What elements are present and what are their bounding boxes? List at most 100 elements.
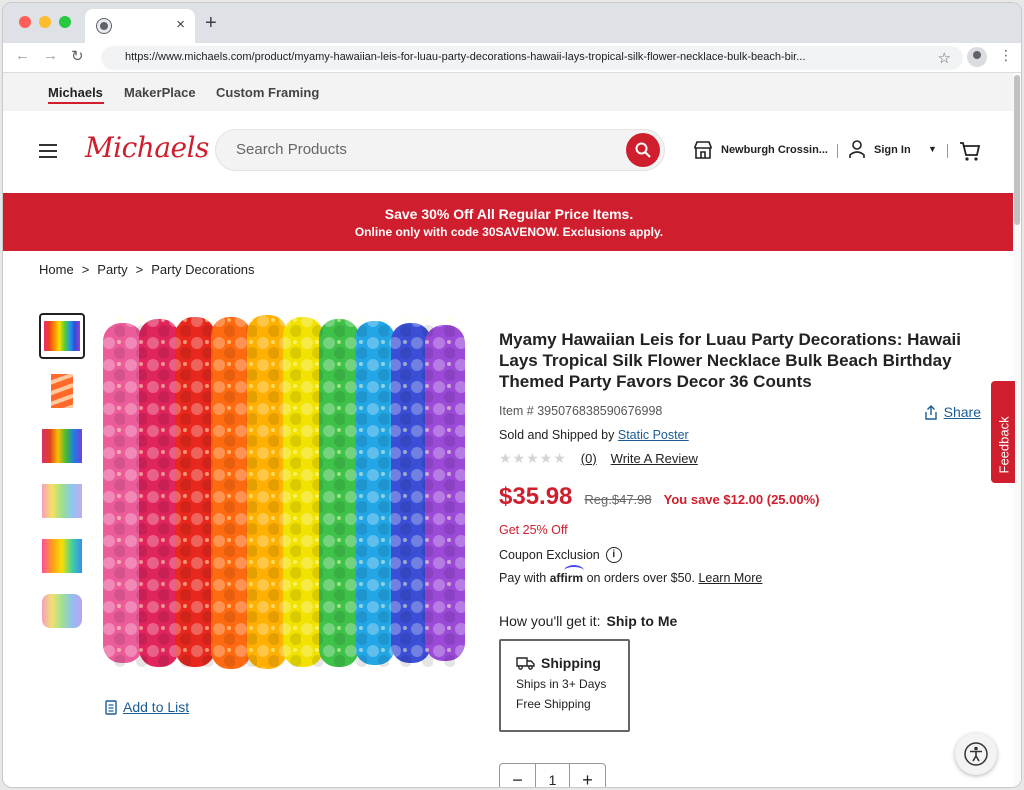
promo-details: Online only with code 30SAVENOW. Exclusi… (354, 225, 664, 239)
tab-strip: × + (3, 3, 1021, 43)
list-icon (105, 699, 117, 715)
learn-more-link[interactable]: Learn More (698, 571, 762, 585)
search-button[interactable] (626, 133, 660, 167)
search-icon (635, 142, 651, 158)
share-label: Share (943, 404, 981, 420)
savings-text: You save $12.00 (25.00%) (663, 492, 820, 507)
close-window-button[interactable] (19, 16, 31, 28)
share-button[interactable]: Share (924, 404, 981, 420)
thumbnail-6[interactable] (39, 588, 85, 634)
share-icon (924, 404, 937, 420)
reload-icon[interactable]: ↻ (71, 47, 84, 65)
affirm-prefix: Pay with (499, 571, 547, 585)
affirm-logo: affirm (549, 571, 584, 585)
user-icon (849, 140, 865, 158)
hamburger-menu-icon[interactable] (39, 144, 57, 162)
forward-arrow-icon[interactable]: → (43, 47, 58, 64)
sold-by: Sold and Shipped by Static Poster (499, 428, 979, 442)
feedback-label: Feedback (996, 416, 1012, 474)
search-bar (215, 129, 665, 171)
michaels-logo[interactable]: Michaels (85, 131, 209, 164)
bookmark-star-icon[interactable]: ☆ (938, 49, 951, 67)
nav-custom-framing[interactable]: Custom Framing (216, 85, 319, 100)
affirm-suffix: on orders over $50. (586, 571, 695, 585)
fulfillment-label: How you'll get it: (499, 613, 601, 629)
seller-link[interactable]: Static Poster (618, 428, 689, 442)
header-divider (947, 144, 948, 158)
breadcrumb-home[interactable]: Home (39, 262, 74, 277)
address-bar[interactable]: https://www.michaels.com/product/myamy-h… (101, 46, 963, 70)
coupon-exclusion: Coupon Exclusion i (499, 547, 979, 563)
item-number: Item # 395076838590676998 (499, 404, 663, 418)
window-controls (19, 16, 71, 28)
info-icon[interactable]: i (605, 547, 622, 563)
browser-tab[interactable]: × (85, 9, 195, 43)
close-tab-icon[interactable]: × (176, 16, 185, 33)
quantity-stepper: − 1 + (499, 763, 606, 787)
add-to-list-label: Add to List (123, 699, 190, 715)
maximize-window-button[interactable] (59, 16, 71, 28)
breadcrumb-separator: > (81, 262, 90, 277)
browser-toolbar: ← → ↻ https://www.michaels.com/product/m… (3, 43, 1021, 73)
chevron-down-icon[interactable]: ▼ (928, 144, 937, 154)
back-arrow-icon[interactable]: ← (15, 47, 30, 64)
scrollbar-thumb[interactable] (1014, 75, 1020, 225)
store-selector[interactable]: Newburgh Crossin... (693, 141, 828, 159)
store-name: Newburgh Crossin... (721, 144, 828, 156)
breadcrumb-party[interactable]: Party (97, 262, 127, 277)
breadcrumb-separator: > (135, 262, 144, 277)
quantity-value[interactable]: 1 (535, 764, 570, 787)
browser-window: × + ← → ↻ https://www.michaels.com/produ… (2, 2, 1022, 788)
nav-active-indicator (48, 102, 104, 104)
affirm-financing: Pay with affirm on orders over $50. Lear… (499, 571, 979, 585)
nav-michaels[interactable]: Michaels (48, 85, 103, 100)
cart-icon[interactable] (959, 141, 981, 161)
shipping-time: Ships in 3+ Days (516, 677, 607, 691)
regular-price: Reg.$47.98 (584, 492, 652, 507)
url-text: https://www.michaels.com/product/myamy-h… (125, 51, 806, 63)
shipping-title: Shipping (541, 655, 601, 671)
product-main-image[interactable] (103, 315, 465, 671)
price-row: $35.98 Reg.$47.98 You save $12.00 (25.00… (499, 483, 979, 511)
feedback-tab[interactable]: Feedback (991, 381, 1015, 483)
thumbnail-1[interactable] (39, 313, 85, 359)
site-header: Michaels Newburgh Crossin... Sign In ▼ (3, 111, 1021, 193)
product-title: Myamy Hawaiian Leis for Luau Party Decor… (499, 330, 961, 391)
decrease-quantity-button[interactable]: − (500, 764, 535, 787)
fulfillment-heading: How you'll get it: Ship to Me (499, 613, 979, 629)
increase-quantity-button[interactable]: + (570, 764, 605, 787)
store-icon (694, 141, 712, 159)
nav-makerplace[interactable]: MakerPlace (124, 85, 196, 100)
promo-headline: Save 30% Off All Regular Price Items. (384, 206, 634, 222)
rating-row: ★★★★★ (0) Write A Review (499, 450, 979, 467)
minimize-window-button[interactable] (39, 16, 51, 28)
thumbnail-5[interactable] (39, 533, 85, 579)
chrome-favicon-icon (97, 19, 111, 33)
accessibility-button[interactable] (955, 733, 997, 775)
shipping-option-card[interactable]: Shipping Ships in 3+ Days Free Shipping (499, 639, 630, 732)
thumbnail-3[interactable] (39, 423, 85, 469)
header-divider (837, 144, 838, 158)
sold-by-label: Sold and Shipped by (499, 428, 615, 442)
add-to-list-link[interactable]: Add to List (105, 699, 189, 715)
breadcrumb-party-decorations[interactable]: Party Decorations (151, 262, 254, 277)
browser-menu-icon[interactable]: ⋮ (999, 47, 1013, 64)
new-tab-button[interactable]: + (205, 12, 217, 35)
shipping-cost: Free Shipping (516, 697, 591, 711)
write-review-link[interactable]: Write A Review (611, 451, 698, 466)
search-input[interactable] (236, 141, 616, 158)
sign-in-link[interactable]: Sign In (849, 140, 911, 159)
profile-avatar-icon[interactable] (967, 47, 987, 67)
promo-banner[interactable]: Save 30% Off All Regular Price Items. On… (3, 193, 1015, 251)
sale-price: $35.98 (499, 483, 573, 510)
thumbnail-2[interactable] (39, 368, 85, 414)
fulfillment-selected: Ship to Me (606, 613, 678, 629)
thumbnail-4[interactable] (39, 478, 85, 524)
review-count-link[interactable]: (0) (581, 451, 597, 466)
discount-note: Get 25% Off (499, 523, 568, 537)
product-info: Myamy Hawaiian Leis for Luau Party Decor… (499, 329, 981, 732)
shipping-truck-icon (516, 657, 535, 670)
coupon-label: Coupon Exclusion (499, 548, 600, 562)
sign-in-label: Sign In (874, 143, 911, 156)
thumbnail-list (39, 313, 85, 643)
